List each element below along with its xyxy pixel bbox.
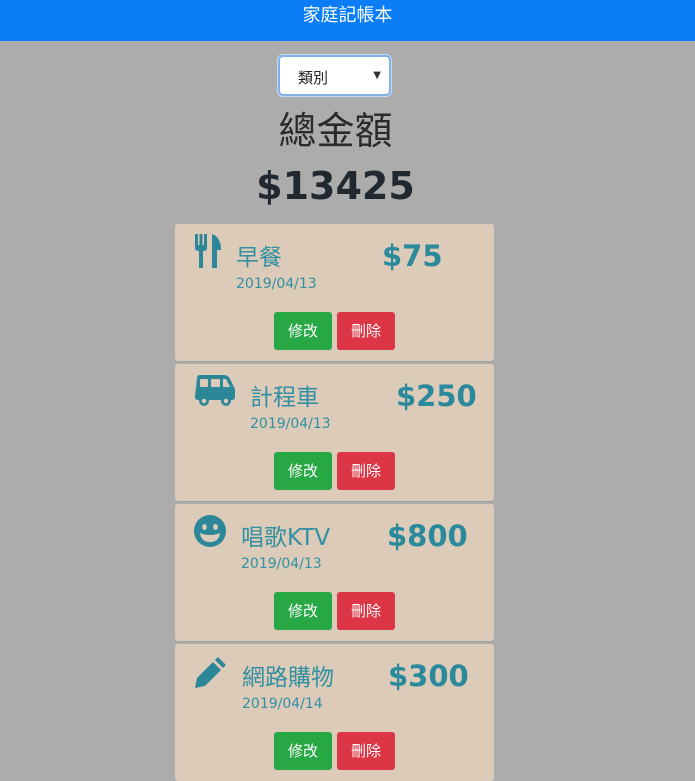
expense-date: 2019/04/13	[241, 556, 322, 572]
expense-date: 2019/04/13	[250, 416, 331, 432]
edit-button[interactable]: 修改	[274, 732, 332, 770]
expense-amount: $300	[388, 659, 469, 693]
category-select-value: 類別	[298, 69, 329, 87]
expense-amount: $75	[382, 239, 443, 273]
delete-button[interactable]: 刪除	[337, 452, 395, 490]
expense-date: 2019/04/13	[236, 276, 317, 292]
delete-button[interactable]: 刪除	[337, 312, 395, 350]
expense-name: 計程車	[250, 385, 319, 411]
expense-amount: $250	[396, 379, 477, 413]
expense-card: 網路購物 2019/04/14 $300 修改 刪除	[175, 644, 494, 781]
utensils-icon	[194, 234, 222, 272]
category-select[interactable]: 類別 ▼	[278, 55, 391, 96]
expense-amount: $800	[387, 519, 468, 553]
expense-name: 網路購物	[242, 665, 334, 691]
delete-button[interactable]: 刪除	[337, 592, 395, 630]
bus-icon	[194, 375, 236, 411]
expense-card: 唱歌KTV 2019/04/13 $800 修改 刪除	[175, 504, 494, 641]
edit-button[interactable]: 修改	[274, 452, 332, 490]
app-header: 家庭記帳本	[0, 0, 695, 41]
edit-button[interactable]: 修改	[274, 312, 332, 350]
edit-button[interactable]: 修改	[274, 592, 332, 630]
expense-card: 計程車 2019/04/13 $250 修改 刪除	[175, 364, 494, 501]
grin-icon	[194, 515, 226, 551]
pencil-icon	[194, 655, 228, 693]
expense-name: 唱歌KTV	[241, 525, 331, 551]
app-title: 家庭記帳本	[302, 5, 393, 26]
total-title: 總金額	[278, 109, 393, 153]
expense-name: 早餐	[236, 245, 282, 271]
expense-date: 2019/04/14	[242, 696, 323, 712]
expense-card: 早餐 2019/04/13 $75 修改 刪除	[175, 224, 494, 361]
total-amount: $13425	[256, 164, 415, 208]
chevron-down-icon: ▼	[373, 70, 381, 81]
delete-button[interactable]: 刪除	[337, 732, 395, 770]
